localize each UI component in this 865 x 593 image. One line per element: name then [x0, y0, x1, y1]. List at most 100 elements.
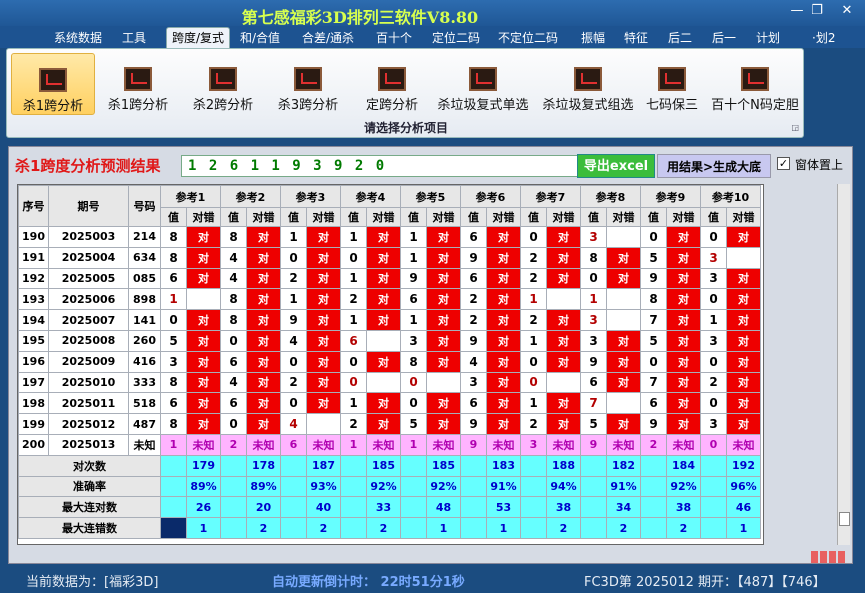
- menu-item[interactable]: 系统数据: [54, 29, 102, 46]
- hit-cell: 对: [726, 392, 761, 415]
- number-cell: 487: [128, 413, 161, 435]
- menu-item[interactable]: 百十个: [376, 29, 412, 46]
- hit-cell: 对: [546, 329, 581, 352]
- ribbon-button[interactable]: 杀3跨分析: [269, 53, 347, 115]
- vertical-scrollbar[interactable]: [837, 184, 850, 545]
- ribbon-button[interactable]: 杀1跨分析: [99, 53, 177, 115]
- value-cell: 1: [520, 329, 547, 352]
- close-button[interactable]: ✕: [836, 3, 858, 19]
- table-row[interactable]: 198 2025011 518 6 对 6 对 0 对 1 对 0 对 6 对 1 对 7 6 对 0 对: [18, 392, 761, 415]
- hit-cell: 对: [426, 309, 461, 331]
- hit-cell: 对: [486, 350, 521, 373]
- ribbon-button[interactable]: 杀垃圾复式组选: [537, 53, 639, 115]
- value-cell: 0: [580, 267, 607, 290]
- value-cell: 1: [340, 392, 367, 415]
- ribbon-button[interactable]: 杀2跨分析: [183, 53, 263, 115]
- ribbon-button[interactable]: 七码保三: [641, 53, 703, 115]
- hit-cell: 对: [606, 329, 641, 352]
- miss-cell: [186, 288, 221, 311]
- ribbon-button[interactable]: 杀垃圾复式单选: [433, 53, 533, 115]
- chart-icon: [378, 67, 406, 91]
- stats-row: 最大连对数 26 20 40 33 48 53 38 34 38 46: [18, 496, 761, 519]
- scrollbar-thumb[interactable]: [839, 512, 850, 526]
- stats-spacer: [460, 496, 487, 519]
- menu-item[interactable]: 振幅: [581, 29, 605, 46]
- stats-label: 最大连错数: [18, 517, 161, 539]
- table-row[interactable]: 197 2025010 333 8 对 4 对 2 对 0 0 3 对 0 6 对 7 对 2 对: [18, 371, 761, 394]
- topmost-label: 窗体置上: [795, 158, 844, 172]
- menu-item[interactable]: 工具: [122, 29, 146, 46]
- stats-spacer: [220, 475, 247, 498]
- menu-item[interactable]: 定位二码: [432, 29, 480, 46]
- value-cell: 1: [400, 246, 427, 269]
- table-row[interactable]: 194 2025007 141 0 对 8 对 9 对 1 对 1 对 2 对 2 对 3 7 对 1 对: [18, 309, 761, 331]
- value-cell: 6: [220, 392, 247, 415]
- menu-item[interactable]: 后一: [712, 29, 736, 46]
- menu-item[interactable]: 后二: [668, 29, 692, 46]
- table-row[interactable]: 199 2025012 487 8 对 0 对 4 2 对 5 对 9 对 2 对 5 对 9 对 3 对: [18, 413, 761, 435]
- result-field[interactable]: 1 2 6 1 1 9 3 9 2 0: [181, 155, 585, 177]
- table-row[interactable]: 193 2025006 898 1 8 对 1 对 2 对 6 对 2 对 1 1 8 对 0 对: [18, 288, 761, 311]
- subheader: 值: [700, 207, 727, 227]
- table-row[interactable]: 192 2025005 085 6 对 4 对 2 对 1 对 9 对 6 对 2 对 0 对 9 对 3 对: [18, 267, 761, 290]
- stats-spacer: [580, 475, 607, 498]
- minimize-button[interactable]: —: [786, 3, 808, 19]
- table-row[interactable]: 195 2025008 260 5 对 0 对 4 对 6 3 对 9 对 1 对 3 对 5 对 3 对: [18, 329, 761, 352]
- topmost-checkbox[interactable]: ✓: [777, 157, 790, 170]
- value-cell: 7: [580, 392, 607, 415]
- value-cell: 3: [160, 350, 187, 373]
- menu-item[interactable]: 计划: [756, 29, 780, 46]
- value-cell: 5: [580, 413, 607, 435]
- stats-spacer: [580, 454, 607, 477]
- hit-cell: 对: [606, 246, 641, 269]
- menu-item[interactable]: 跨度/复式: [166, 27, 231, 50]
- ribbon-button[interactable]: 百十个N码定胆: [707, 53, 803, 115]
- stats-value: 1: [426, 517, 461, 539]
- chart-icon: [469, 67, 497, 91]
- hit-cell: 对: [306, 246, 341, 269]
- menu-item[interactable]: ·划2: [812, 29, 835, 46]
- export-excel-button[interactable]: 导出excel: [577, 154, 655, 178]
- value-cell: 0: [700, 288, 727, 311]
- menu-item[interactable]: 合差/通杀: [302, 29, 354, 46]
- hit-cell: 对: [186, 329, 221, 352]
- menu-item[interactable]: 特征: [624, 29, 648, 46]
- subheader: 值: [520, 207, 547, 227]
- menu-item[interactable]: 不定位二码: [498, 29, 558, 46]
- hit-cell: 对: [666, 371, 701, 394]
- stats-spacer: [640, 517, 667, 539]
- pending-row[interactable]: 200 2025013 未知 1 未知 2 未知 6 未知 1 未知 1 未知 9 未知 3 未知 9 未知 2 未知 0…: [18, 433, 761, 456]
- latest-draw-label: FC3D第 2025012 期开：【487】【746】: [584, 575, 826, 590]
- stats-row: 准确率 89% 89% 93% 92% 92% 91% 94% 91% 92% 96%: [18, 475, 761, 498]
- menu-item[interactable]: 和/合值: [240, 29, 280, 46]
- stats-spacer: [160, 475, 187, 498]
- subheader: 对错: [246, 207, 281, 227]
- table-row[interactable]: 190 2025003 214 8 对 8 对 1 对 1 对 1 对 6 对 0 对 3 0 对 0 对: [18, 226, 761, 248]
- hit-cell: 对: [306, 309, 341, 331]
- hit-cell: 对: [246, 226, 281, 248]
- value-cell: 8: [160, 413, 187, 435]
- stats-spacer: [160, 454, 187, 477]
- value-cell: 8: [400, 350, 427, 373]
- value-cell: 5: [640, 246, 667, 269]
- seq-cell: 197: [18, 371, 49, 394]
- table-row[interactable]: 191 2025004 634 8 对 4 对 0 对 0 对 1 对 9 对 2 对 8 对 5 对 3: [18, 246, 761, 269]
- stats-value: 92%: [426, 475, 461, 498]
- stats-value: 46: [726, 496, 761, 519]
- table-row[interactable]: 196 2025009 416 3 对 6 对 0 对 0 对 8 对 4 对 0 对 9 对 0 对 0 对: [18, 350, 761, 373]
- miss-cell: [306, 413, 341, 435]
- ribbon-button[interactable]: 定跨分析: [353, 53, 431, 115]
- generate-base-button[interactable]: 用结果>生成大底: [657, 154, 771, 178]
- value-cell: 2: [340, 413, 367, 435]
- restore-button[interactable]: ❐: [806, 3, 828, 19]
- ribbon-button[interactable]: 杀1跨分析: [11, 53, 95, 115]
- hit-cell: 对: [426, 413, 461, 435]
- stats-value: 1: [486, 517, 521, 539]
- number-cell: 333: [128, 371, 161, 394]
- subheader: 对错: [366, 207, 401, 227]
- stats-spacer: [640, 475, 667, 498]
- ribbon-button-label: 杀垃圾复式组选: [542, 98, 634, 113]
- value-cell: 4: [220, 371, 247, 394]
- chart-icon: [124, 67, 152, 91]
- ribbon-expand-icon[interactable]: ◲: [791, 123, 799, 132]
